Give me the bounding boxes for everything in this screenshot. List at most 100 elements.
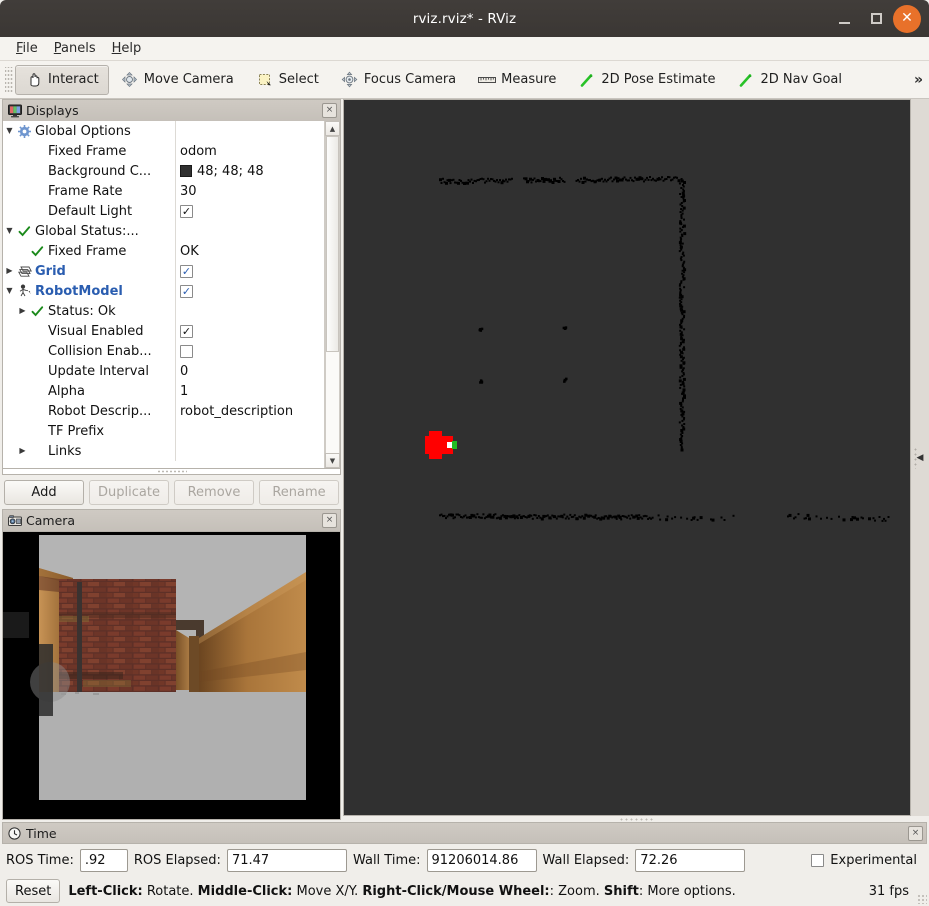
tree-row-label-cell: TF Prefix	[3, 424, 175, 439]
tree-row[interactable]: Frame Rate 30	[3, 181, 324, 201]
ros-time-input[interactable]: .92	[79, 848, 128, 872]
tree-row-label: Grid	[35, 263, 66, 279]
close-button[interactable]: ✕	[893, 4, 921, 33]
toolbar-overflow-button[interactable]: »	[914, 72, 923, 88]
displays-tree-scrollbar[interactable]: ▲ ▼	[324, 121, 340, 468]
toolbar-grip[interactable]	[5, 66, 13, 93]
displays-splitter[interactable]	[3, 469, 340, 474]
reset-button[interactable]: Reset	[6, 879, 61, 903]
expand-arrow-right-icon[interactable]	[16, 447, 29, 455]
duplicate-button[interactable]: Duplicate	[89, 479, 169, 505]
tree-row-value-cell[interactable]: ✓	[175, 281, 324, 301]
scroll-thumb[interactable]	[326, 136, 339, 352]
tree-row-value-cell[interactable]	[175, 341, 324, 361]
viewport-bottom-splitter[interactable]	[343, 816, 929, 822]
menu-panels[interactable]: Panels	[46, 39, 104, 58]
tool-select[interactable]: Select	[246, 65, 329, 95]
tree-row-value-cell[interactable]	[175, 221, 324, 241]
tree-row-value-cell[interactable]: 30	[175, 181, 324, 201]
tree-row[interactable]: Default Light ✓	[3, 201, 324, 221]
tree-row-label: Fixed Frame	[48, 143, 127, 159]
tree-row[interactable]: Global Status:...	[3, 221, 324, 241]
camera-panel-close-button[interactable]: ×	[322, 513, 337, 528]
right-panel-collapse-handle[interactable]: ◀	[911, 99, 929, 816]
wall-elapsed-input[interactable]: 72.26	[635, 848, 746, 872]
displays-tree[interactable]: Global Options Fixed Frame odom Background …	[3, 121, 324, 468]
tree-row-checkbox[interactable]	[180, 344, 193, 358]
ros-elapsed-label: ROS Elapsed:	[133, 852, 221, 868]
expand-arrow-right-icon[interactable]	[16, 307, 29, 315]
time-fields-row: ROS Time: .92 ROS Elapsed: 71.47 Wall Ti…	[0, 844, 929, 876]
experimental-checkbox[interactable]	[811, 853, 825, 867]
tree-row[interactable]: Fixed Frame odom	[3, 141, 324, 161]
move-camera-icon	[121, 71, 139, 89]
tree-row-value-cell[interactable]: ✓	[175, 321, 324, 341]
tree-row[interactable]: Grid ✓	[3, 261, 324, 281]
tree-row[interactable]: Update Interval 0	[3, 361, 324, 381]
tree-row[interactable]: Fixed Frame OK	[3, 241, 324, 261]
green-arrow-icon	[737, 71, 755, 89]
tree-row[interactable]: RobotModel ✓	[3, 281, 324, 301]
tree-row-checkbox[interactable]: ✓	[180, 324, 193, 338]
tree-row-value-cell[interactable]	[175, 421, 324, 441]
tree-row-checkbox[interactable]: ✓	[180, 284, 193, 298]
tree-row-checkbox[interactable]: ✓	[180, 204, 193, 218]
resize-grip[interactable]	[917, 894, 927, 904]
tree-row-value-cell[interactable]: 0	[175, 361, 324, 381]
menu-file[interactable]: FFileile	[8, 39, 46, 58]
tool-2d-pose-estimate[interactable]: 2D Pose Estimate	[568, 65, 725, 95]
scroll-down-icon[interactable]: ▼	[325, 453, 340, 468]
expand-arrow-right-icon[interactable]	[3, 267, 16, 275]
tree-row[interactable]: Status: Ok	[3, 301, 324, 321]
rename-button[interactable]: Rename	[259, 479, 339, 505]
focus-camera-icon	[341, 71, 359, 89]
tree-row[interactable]: Collision Enab...	[3, 341, 324, 361]
tree-row-value-cell[interactable]: ✓	[175, 261, 324, 281]
hint-segment: Middle-Click:	[197, 883, 293, 899]
status-check-icon	[16, 225, 33, 238]
remove-button[interactable]: Remove	[174, 479, 254, 505]
main-body: Displays × Global Options Fixed Frame odom…	[0, 99, 929, 822]
displays-tree-wrapper: Global Options Fixed Frame odom Background …	[3, 121, 340, 469]
tree-row[interactable]: Visual Enabled ✓	[3, 321, 324, 341]
tree-row[interactable]: Alpha 1	[3, 381, 324, 401]
tree-row-value-cell[interactable]: ✓	[175, 201, 324, 221]
tree-row-value-cell[interactable]: 1	[175, 381, 324, 401]
tool-interact[interactable]: Interact	[15, 64, 109, 95]
tree-row-value-cell[interactable]: 48; 48; 48	[175, 161, 324, 181]
tree-row-value-cell[interactable]	[175, 301, 324, 321]
tool-focus-camera[interactable]: Focus Camera	[331, 65, 466, 95]
menu-help[interactable]: Help	[104, 39, 150, 58]
tree-row-label: Robot Descrip...	[48, 403, 152, 419]
camera-image-view[interactable]	[3, 532, 340, 819]
tree-row-checkbox[interactable]: ✓	[180, 264, 193, 278]
expand-arrow-down-icon[interactable]	[3, 287, 16, 295]
tree-row-value-cell[interactable]	[175, 121, 324, 141]
tree-row[interactable]: Global Options	[3, 121, 324, 141]
displays-panel-close-button[interactable]: ×	[322, 103, 337, 118]
tree-row[interactable]: Robot Descrip... robot_description	[3, 401, 324, 421]
expand-arrow-down-icon[interactable]	[3, 227, 16, 235]
expand-arrow-down-icon[interactable]	[3, 127, 16, 135]
minimize-button[interactable]	[829, 4, 859, 34]
scroll-track[interactable]	[325, 136, 340, 453]
grid-icon	[16, 265, 33, 277]
time-panel-close-button[interactable]: ×	[908, 825, 923, 841]
tool-2d-nav-goal[interactable]: 2D Nav Goal	[727, 65, 852, 95]
collapse-left-arrow-icon[interactable]: ◀	[917, 453, 924, 463]
tool-measure[interactable]: Measure	[468, 65, 566, 95]
tree-row-value-cell[interactable]: odom	[175, 141, 324, 161]
scroll-up-icon[interactable]: ▲	[325, 121, 340, 136]
3d-render-view[interactable]	[343, 99, 911, 816]
add-button[interactable]: Add	[4, 479, 84, 505]
tree-row[interactable]: Background C... 48; 48; 48	[3, 161, 324, 181]
tree-row-value-cell[interactable]: OK	[175, 241, 324, 261]
tree-row-value-cell[interactable]	[175, 441, 324, 461]
tool-move-camera[interactable]: Move Camera	[111, 65, 244, 95]
tree-row[interactable]: Links	[3, 441, 324, 461]
maximize-button[interactable]	[861, 4, 891, 34]
tree-row-value-cell[interactable]: robot_description	[175, 401, 324, 421]
ros-elapsed-input[interactable]: 71.47	[226, 848, 347, 872]
wall-time-input[interactable]: 91206014.86	[426, 848, 537, 872]
tree-row[interactable]: TF Prefix	[3, 421, 324, 441]
